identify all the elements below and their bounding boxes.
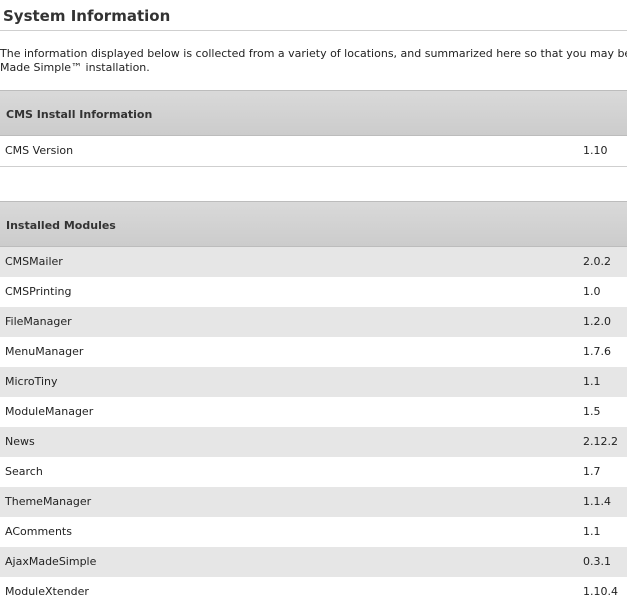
module-name: CMSPrinting (5, 285, 72, 298)
module-name: MicroTiny (5, 375, 58, 388)
module-row: AComments 1.1 (0, 517, 627, 547)
module-version: 2.12.2 (583, 435, 618, 448)
module-name: FileManager (5, 315, 72, 328)
module-row: ModuleXtender 1.10.4 (0, 577, 627, 607)
module-row: Search 1.7 (0, 457, 627, 487)
cms-install-header: CMS Install Information (0, 90, 627, 136)
module-version: 1.10.4 (583, 585, 618, 598)
module-name: Search (5, 465, 43, 478)
module-row: CMSPrinting 1.0 (0, 277, 627, 307)
module-version: 1.2.0 (583, 315, 611, 328)
cms-version-value: 1.10 (583, 144, 608, 157)
module-name: CMSMailer (5, 255, 63, 268)
module-name: ModuleXtender (5, 585, 89, 598)
module-row: News 2.12.2 (0, 427, 627, 457)
module-row: MicroTiny 1.1 (0, 367, 627, 397)
module-version: 1.7 (583, 465, 601, 478)
module-row: FileManager 1.2.0 (0, 307, 627, 337)
module-row: ModuleManager 1.5 (0, 397, 627, 427)
module-row: MenuManager 1.7.6 (0, 337, 627, 367)
intro-text: The information displayed below is colle… (0, 47, 627, 75)
installed-modules-header: Installed Modules (0, 201, 627, 247)
module-row: ThemeManager 1.1.4 (0, 487, 627, 517)
module-name: MenuManager (5, 345, 84, 358)
module-row: AjaxMadeSimple 0.3.1 (0, 547, 627, 577)
module-name: AjaxMadeSimple (5, 555, 97, 568)
module-version: 1.1.4 (583, 495, 611, 508)
module-version: 1.1 (583, 525, 601, 538)
module-version: 1.5 (583, 405, 601, 418)
installed-modules-panel: Installed Modules CMSMailer 2.0.2 CMSPri… (0, 201, 627, 607)
module-version: 2.0.2 (583, 255, 611, 268)
page-title: System Information (0, 0, 627, 31)
module-row: CMSMailer 2.0.2 (0, 247, 627, 277)
module-name: ThemeManager (5, 495, 92, 508)
module-version: 1.1 (583, 375, 601, 388)
intro-line-1: The information displayed below is colle… (0, 47, 627, 60)
cms-install-panel: CMS Install Information CMS Version 1.10 (0, 90, 627, 167)
table-row: CMS Version 1.10 (0, 136, 627, 167)
module-version: 1.0 (583, 285, 601, 298)
module-version: 0.3.1 (583, 555, 611, 568)
module-version: 1.7.6 (583, 345, 611, 358)
module-name: News (5, 435, 35, 448)
cms-version-label: CMS Version (5, 144, 74, 157)
intro-line-2: Made Simple™ installation. (0, 61, 150, 74)
module-name: ModuleManager (5, 405, 94, 418)
module-name: AComments (5, 525, 72, 538)
